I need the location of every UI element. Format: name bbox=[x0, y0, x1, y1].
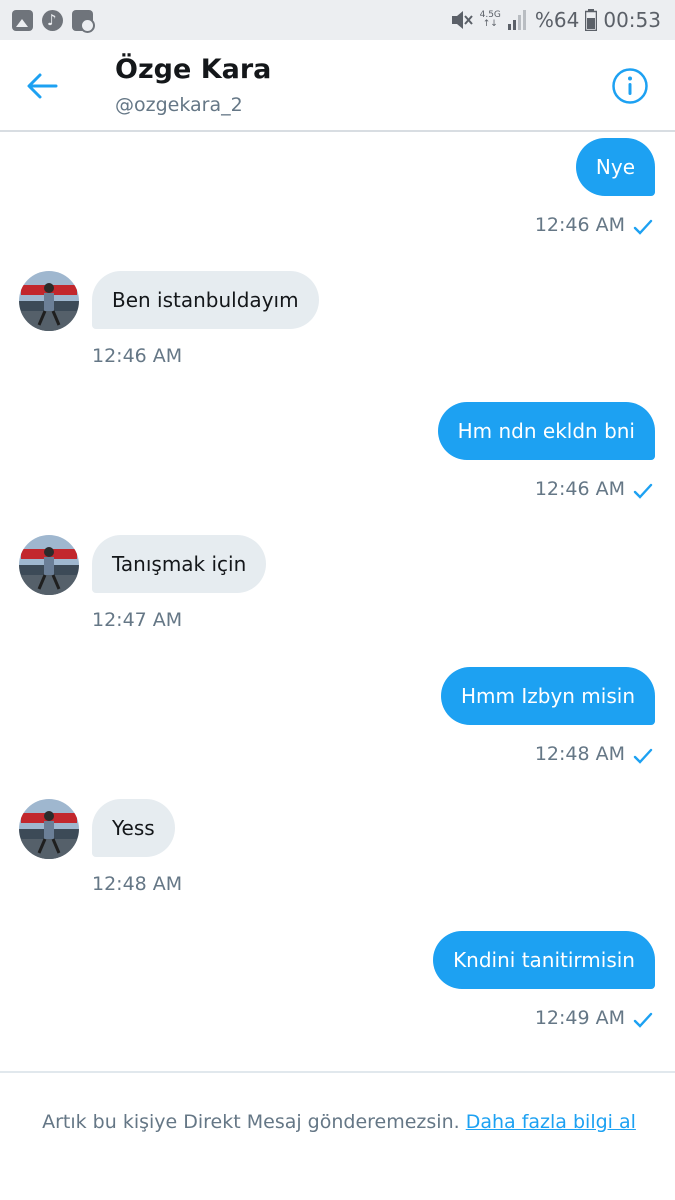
info-icon[interactable] bbox=[611, 67, 649, 105]
sent-check-icon bbox=[633, 483, 653, 499]
dm-disabled-notice: Artık bu kişiye Direkt Mesaj gönderemezs… bbox=[0, 1071, 675, 1200]
sent-message-bubble[interactable]: Hm ndn ekldn bni bbox=[437, 402, 655, 460]
avatar[interactable] bbox=[19, 271, 79, 331]
sent-message-bubble[interactable]: Nye bbox=[575, 138, 655, 196]
status-bar: 4.5G ↑↓ %64 00:53 bbox=[0, 0, 675, 40]
back-button[interactable] bbox=[22, 66, 62, 106]
back-arrow-icon bbox=[27, 73, 58, 99]
message-timestamp: 12:48 AM bbox=[92, 873, 183, 895]
notice-text: Artık bu kişiye Direkt Mesaj gönderemezs… bbox=[42, 1111, 460, 1133]
sent-check-icon bbox=[633, 1012, 653, 1028]
message-timestamp: 12:48 AM bbox=[534, 743, 625, 765]
network-type: 4.5G ↑↓ bbox=[479, 10, 501, 29]
signal-icon bbox=[507, 10, 526, 30]
mute-icon bbox=[451, 11, 473, 29]
message-timestamp: 12:46 AM bbox=[92, 345, 183, 367]
sent-message-bubble[interactable]: Hmm Izbyn misin bbox=[440, 667, 655, 725]
message-timestamp: 12:46 AM bbox=[534, 214, 625, 236]
message-timestamp: 12:46 AM bbox=[534, 478, 625, 500]
music-icon bbox=[42, 9, 63, 31]
received-message-bubble[interactable]: Tanışmak için bbox=[92, 535, 267, 593]
sent-message-bubble[interactable]: Kndini tanitirmisin bbox=[433, 931, 655, 989]
battery-icon bbox=[585, 9, 598, 31]
learn-more-link[interactable]: Daha fazla bilgi al bbox=[466, 1111, 636, 1133]
avatar[interactable] bbox=[19, 535, 79, 595]
status-time: 00:53 bbox=[603, 8, 661, 32]
contact-name[interactable]: Özge Kara bbox=[115, 54, 271, 85]
status-bar-system: 4.5G ↑↓ %64 00:53 bbox=[450, 8, 661, 32]
contact-handle[interactable]: @ozgekara_2 bbox=[115, 94, 243, 116]
message-timestamp: 12:49 AM bbox=[534, 1007, 625, 1029]
received-message-bubble[interactable]: Ben istanbuldayım bbox=[92, 271, 319, 329]
avatar[interactable] bbox=[19, 799, 79, 859]
conversation-header: Özge Kara @ozgekara_2 bbox=[0, 40, 675, 132]
file-icon bbox=[72, 9, 95, 33]
status-bar-notifications bbox=[12, 9, 95, 33]
sent-check-icon bbox=[633, 748, 653, 764]
sent-check-icon bbox=[633, 219, 653, 235]
message-list[interactable]: Nye 12:46 AM Ben istanbuldayım 12:46 AM … bbox=[0, 134, 675, 1068]
received-message-bubble[interactable]: Yess bbox=[92, 799, 175, 857]
gallery-icon bbox=[12, 9, 33, 31]
notice-text-block: Artık bu kişiye Direkt Mesaj gönderemezs… bbox=[24, 1107, 654, 1138]
battery-percent: %64 bbox=[534, 8, 580, 32]
message-timestamp: 12:47 AM bbox=[92, 609, 183, 631]
